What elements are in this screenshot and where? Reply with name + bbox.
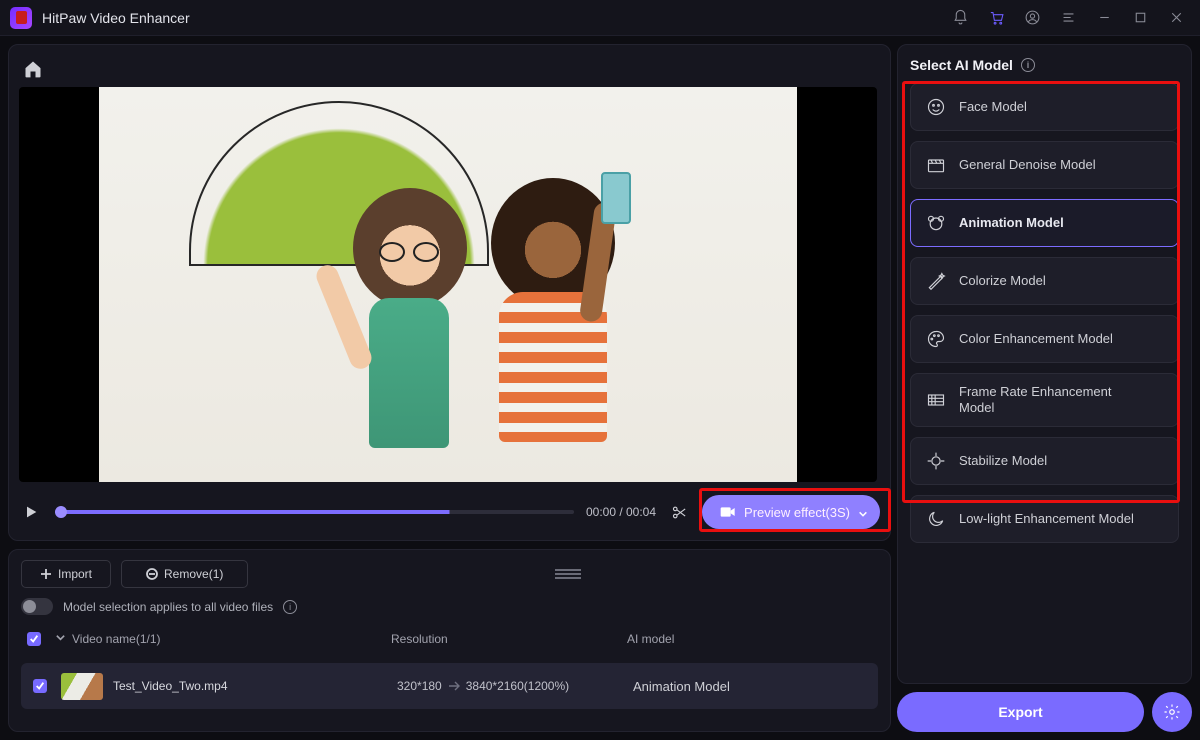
preview-effect-button[interactable]: Preview effect(3S)	[702, 495, 880, 529]
model-label: Frame Rate Enhancement Model	[959, 384, 1119, 415]
import-button[interactable]: Import	[21, 560, 111, 588]
drag-handle-icon[interactable]	[258, 569, 878, 579]
timeline-slider[interactable]	[55, 510, 574, 514]
bear-icon	[925, 212, 947, 234]
row-checkbox[interactable]	[33, 679, 47, 693]
export-settings-button[interactable]	[1152, 692, 1192, 732]
bell-icon[interactable]	[942, 0, 978, 36]
model-frame-rate[interactable]: Frame Rate Enhancement Model	[910, 373, 1179, 427]
wand-icon	[925, 270, 947, 292]
model-label: Stabilize Model	[959, 453, 1047, 469]
arrow-right-icon	[448, 681, 460, 691]
remove-button[interactable]: Remove(1)	[121, 560, 248, 588]
scissors-icon[interactable]	[668, 504, 690, 521]
clapboard-icon	[925, 154, 947, 176]
menu-icon[interactable]	[1050, 0, 1086, 36]
col-model: AI model	[627, 632, 878, 646]
export-label: Export	[998, 704, 1042, 720]
remove-label: Remove(1)	[164, 567, 223, 581]
apply-all-toggle[interactable]	[21, 598, 53, 615]
chevron-down-icon[interactable]	[55, 632, 66, 646]
file-list-panel: Import Remove(1) Model selection applies…	[8, 549, 891, 732]
video-thumbnail	[61, 673, 103, 700]
model-animation[interactable]: Animation Model	[910, 199, 1179, 247]
model-label: Colorize Model	[959, 273, 1046, 289]
app-title: HitPaw Video Enhancer	[42, 10, 190, 26]
model-general-denoise[interactable]: General Denoise Model	[910, 141, 1179, 189]
model-label: Face Model	[959, 99, 1027, 115]
titlebar: HitPaw Video Enhancer	[0, 0, 1200, 36]
info-icon[interactable]: i	[283, 600, 297, 614]
model-low-light[interactable]: Low-light Enhancement Model	[910, 495, 1179, 543]
info-icon[interactable]: i	[1021, 58, 1035, 72]
window-close-icon[interactable]	[1158, 0, 1194, 36]
table-row[interactable]: Test_Video_Two.mp4 320*180 3840*2160(120…	[21, 663, 878, 709]
moon-icon	[925, 508, 947, 530]
import-label: Import	[58, 567, 92, 581]
app-logo	[10, 7, 32, 29]
window-minimize-icon[interactable]	[1086, 0, 1122, 36]
user-icon[interactable]	[1014, 0, 1050, 36]
model-colorize[interactable]: Colorize Model	[910, 257, 1179, 305]
video-preview[interactable]	[19, 87, 877, 482]
preview-effect-label: Preview effect(3S)	[744, 505, 850, 520]
resolution-out: 3840*2160(1200%)	[466, 679, 569, 693]
apply-all-label: Model selection applies to all video fil…	[63, 600, 273, 614]
resolution-in: 320*180	[397, 679, 442, 693]
palette-icon	[925, 328, 947, 350]
model-label: Low-light Enhancement Model	[959, 511, 1134, 527]
timeline-thumb[interactable]	[55, 506, 67, 518]
home-icon[interactable]	[19, 55, 47, 83]
cart-icon[interactable]	[978, 0, 1014, 36]
col-resolution: Resolution	[391, 632, 619, 646]
face-icon	[925, 96, 947, 118]
model-label: General Denoise Model	[959, 157, 1096, 173]
model-stabilize[interactable]: Stabilize Model	[910, 437, 1179, 485]
header-checkbox[interactable]	[27, 632, 41, 646]
row-model: Animation Model	[633, 679, 872, 694]
model-color-enhance[interactable]: Color Enhancement Model	[910, 315, 1179, 363]
model-panel: Select AI Model i Face Model General Den…	[897, 44, 1192, 684]
model-face[interactable]: Face Model	[910, 83, 1179, 131]
crosshair-icon	[925, 450, 947, 472]
model-label: Color Enhancement Model	[959, 331, 1113, 347]
preview-panel: 00:00 / 00:04 Preview effect(3S)	[8, 44, 891, 541]
model-panel-title: Select AI Model	[910, 57, 1013, 73]
file-name: Test_Video_Two.mp4	[113, 679, 228, 693]
model-label: Animation Model	[959, 215, 1064, 231]
play-icon[interactable]	[19, 504, 43, 520]
window-maximize-icon[interactable]	[1122, 0, 1158, 36]
frames-icon	[925, 389, 947, 411]
col-name: Video name(1/1)	[72, 632, 161, 646]
time-display: 00:00 / 00:04	[586, 505, 656, 519]
chevron-down-icon	[858, 507, 868, 517]
export-button[interactable]: Export	[897, 692, 1144, 732]
